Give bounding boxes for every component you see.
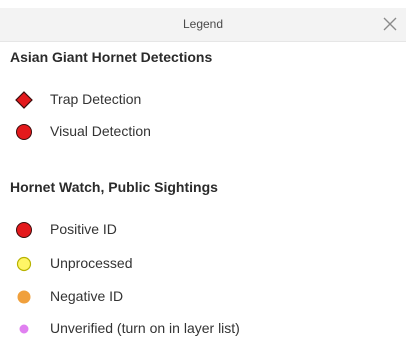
orange-circle-icon	[14, 287, 34, 307]
legend-item-unverified: Unverified (turn on in layer list)	[14, 319, 394, 339]
legend-item-trap-detection: Trap Detection	[14, 90, 394, 110]
close-button[interactable]	[380, 14, 400, 34]
legend-label: Unverified (turn on in layer list)	[50, 320, 240, 336]
legend-item-unprocessed: Unprocessed	[14, 254, 394, 274]
legend-label: Trap Detection	[50, 91, 142, 107]
legend-title: Legend	[182, 17, 224, 31]
legend-label: Unprocessed	[50, 255, 133, 271]
legend-label: Visual Detection	[50, 123, 151, 139]
legend-item-visual-detection: Visual Detection	[14, 122, 394, 142]
red-circle-icon	[14, 122, 34, 142]
legend-panel: Legend Asian Giant Hornet Detections Tra…	[0, 0, 413, 364]
legend-label: Positive ID	[50, 221, 117, 237]
legend-label: Negative ID	[50, 288, 124, 304]
section-title-asian-giant-hornet-detections: Asian Giant Hornet Detections	[10, 49, 213, 65]
legend-item-negative-id: Negative ID	[14, 287, 394, 307]
legend-item-positive-id: Positive ID	[14, 220, 394, 240]
red-diamond-icon	[14, 90, 34, 110]
section-title-hornet-watch-public-sightings: Hornet Watch, Public Sightings	[10, 179, 218, 195]
pink-dot-icon	[14, 319, 34, 339]
legend-header: Legend	[0, 8, 406, 42]
close-icon	[383, 17, 397, 31]
red-circle-icon	[14, 220, 34, 240]
yellow-circle-icon	[14, 254, 34, 274]
